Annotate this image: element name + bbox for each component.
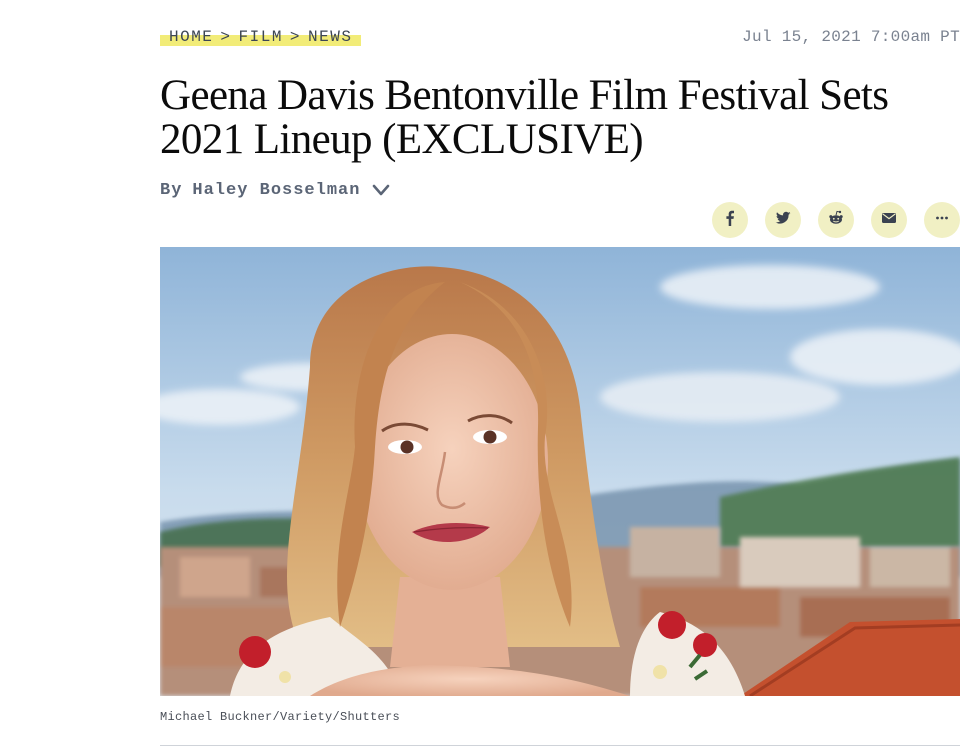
breadcrumb-separator: > xyxy=(289,28,302,46)
top-meta-row: HOME > FILM > NEWS Jul 15, 2021 7:00am PT xyxy=(160,26,960,52)
breadcrumb-news[interactable]: NEWS xyxy=(308,28,352,46)
byline-prefix: By xyxy=(160,180,183,200)
share-facebook-button[interactable] xyxy=(712,202,748,238)
facebook-icon xyxy=(721,209,739,231)
share-bar xyxy=(712,202,960,238)
breadcrumb-home[interactable]: HOME xyxy=(169,28,213,46)
twitter-icon xyxy=(774,209,792,231)
hero-image xyxy=(160,247,960,696)
byline: By Haley Bosselman xyxy=(160,180,390,200)
divider xyxy=(160,745,960,746)
share-email-button[interactable] xyxy=(871,202,907,238)
share-reddit-button[interactable] xyxy=(818,202,854,238)
breadcrumb: HOME > FILM > NEWS xyxy=(160,26,362,48)
article-headline: Geena Davis Bentonville Film Festival Se… xyxy=(160,72,889,163)
image-credit: Michael Buckner/Variety/Shutters xyxy=(160,710,401,724)
publish-date: Jul 15, 2021 7:00am PT xyxy=(742,28,960,46)
chevron-down-icon[interactable] xyxy=(372,181,390,199)
author-name[interactable]: Haley Bosselman xyxy=(192,181,360,200)
more-icon xyxy=(933,209,951,231)
share-more-button[interactable] xyxy=(924,202,960,238)
share-twitter-button[interactable] xyxy=(765,202,801,238)
breadcrumb-separator: > xyxy=(220,28,232,46)
email-icon xyxy=(880,209,898,231)
breadcrumb-film[interactable]: FILM xyxy=(239,28,283,46)
reddit-icon xyxy=(827,209,845,231)
portrait-photo xyxy=(160,247,960,696)
